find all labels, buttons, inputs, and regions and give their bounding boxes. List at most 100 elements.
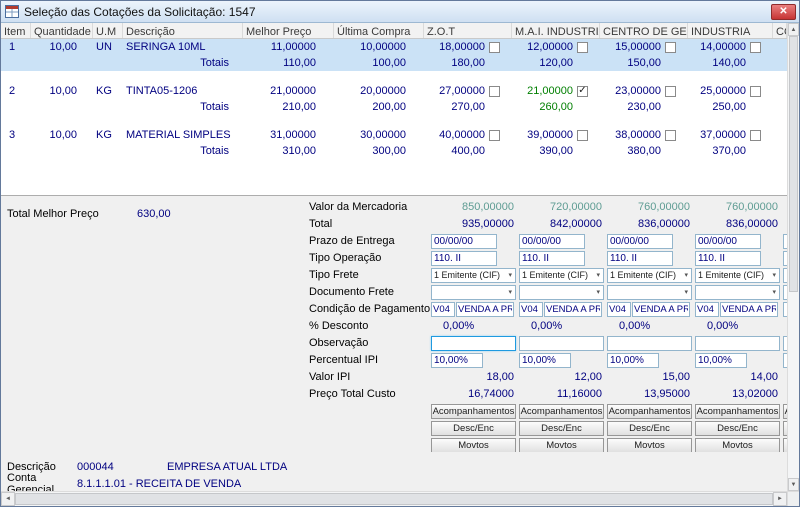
documento-frete-select[interactable]: ▾ [607,285,692,300]
horizontal-scrollbar[interactable]: ◄ ► [1,492,787,506]
tipo-operacao-input[interactable] [519,251,585,266]
total-mai-selected: 260,00 [512,99,600,115]
quote-checkbox[interactable] [665,42,676,53]
quote-checkbox[interactable] [577,42,588,53]
column-header-centro: CENTRO DE GESTÃ... [600,23,688,38]
condicao-codigo-input[interactable] [431,302,455,317]
total-melhor-preco-value: 630,00 [137,208,171,220]
table-row[interactable]: 1 10,00 UN SERINGA 10ML 11,00000 10,0000… [1,39,787,55]
price-value: 38,00000 [615,127,661,143]
vertical-scrollbar[interactable]: ▲ ▼ [787,23,799,491]
table-row[interactable]: 2 10,00 KG TINTA05-1206 21,00000 20,0000… [1,83,787,99]
horizontal-scroll-track[interactable] [15,492,773,506]
total-industria: 250,00 [688,99,773,115]
percentual-ipi-input-clipped[interactable] [783,353,787,368]
acompanhamentos-button[interactable]: Acompanhamentos [519,404,604,419]
totals-row: Totais 310,00 300,00 400,00 390,00 380,0… [1,143,787,159]
documento-frete-select[interactable]: ▾ [431,285,516,300]
vertical-scroll-thumb[interactable] [789,36,798,292]
movtos-button[interactable]: Movtos [607,438,692,453]
condicao-codigo-input[interactable] [519,302,543,317]
condicao-descricao-input[interactable] [632,302,690,317]
documento-frete-select-clipped[interactable]: ▾ [783,285,787,300]
condicao-descricao-input[interactable] [456,302,514,317]
table-row[interactable]: 3 10,00 KG MATERIAL SIMPLES 31,00000 30,… [1,127,787,143]
quote-checkbox[interactable] [489,42,500,53]
quote-checkbox[interactable] [750,86,761,97]
field-label: Condição de Pagamento [309,303,431,315]
desc-enc-button[interactable]: Desc/Enc [431,421,516,436]
acompanhamentos-button-clipped[interactable]: Acompanhamentos [783,404,787,419]
condicao-codigo-input[interactable] [607,302,631,317]
tipo-operacao-input[interactable] [695,251,761,266]
tipo-operacao-input[interactable] [607,251,673,266]
scroll-down-button[interactable]: ▼ [788,478,799,491]
observacao-input-focused[interactable] [431,336,516,351]
quote-checkbox[interactable] [665,86,676,97]
desc-enc-button-clipped[interactable]: Desc/Enc [783,421,787,436]
tipo-frete-select[interactable]: 1 Emitente (CIF)▾ [431,268,516,283]
condicao-codigo-input-clipped[interactable] [783,302,787,317]
tipo-operacao-input[interactable] [431,251,497,266]
scroll-up-button[interactable]: ▲ [788,23,799,36]
percentual-ipi-input[interactable] [695,353,747,368]
acompanhamentos-button[interactable]: Acompanhamentos [431,404,516,419]
desc-enc-button[interactable]: Desc/Enc [607,421,692,436]
quote-checkbox[interactable] [750,130,761,141]
horizontal-scroll-thumb[interactable] [15,493,773,505]
total-ultima: 100,00 [334,55,424,71]
cell-centro: 15,00000 [600,39,688,55]
prazo-entrega-input-clipped[interactable] [783,234,787,249]
acompanhamentos-button[interactable]: Acompanhamentos [695,404,780,419]
quote-checkbox[interactable] [489,130,500,141]
movtos-button[interactable]: Movtos [695,438,780,453]
vertical-scroll-track[interactable] [788,36,799,478]
titlebar: Seleção das Cotações da Solicitação: 154… [1,1,799,23]
row-percentual-ipi: Percentual IPI [309,352,787,368]
row-desconto: % Desconto 0,00% 0,00% 0,00% 0,00% [309,318,787,334]
acompanhamentos-button[interactable]: Acompanhamentos [607,404,692,419]
observacao-input[interactable] [607,336,692,351]
close-button[interactable]: ✕ [771,4,796,20]
cell-zot: 40,00000 [424,127,512,143]
documento-frete-select[interactable]: ▾ [695,285,780,300]
percentual-ipi-input[interactable] [607,353,659,368]
quote-checkbox-checked[interactable]: ✓ [577,86,588,97]
window-title: Seleção das Cotações da Solicitação: 154… [24,5,771,19]
quote-checkbox[interactable] [750,42,761,53]
tipo-frete-select-clipped[interactable]: ▾ [783,268,787,283]
observacao-input[interactable] [695,336,780,351]
condicao-descricao-input[interactable] [720,302,778,317]
observacao-input-clipped[interactable] [783,336,787,351]
tipo-frete-select[interactable]: 1 Emitente (CIF)▾ [695,268,780,283]
tipo-frete-select[interactable]: 1 Emitente (CIF)▾ [519,268,604,283]
quote-checkbox[interactable] [577,130,588,141]
quote-checkbox[interactable] [489,86,500,97]
documento-frete-select[interactable]: ▾ [519,285,604,300]
condicao-descricao-input[interactable] [544,302,602,317]
tipo-frete-select[interactable]: 1 Emitente (CIF)▾ [607,268,692,283]
descricao-code: 000044 [77,461,167,473]
desc-enc-button[interactable]: Desc/Enc [519,421,604,436]
scroll-right-button[interactable]: ► [773,492,787,506]
price-value-selected: 21,00000 [527,83,573,99]
quote-checkbox[interactable] [665,130,676,141]
tipo-operacao-input-clipped[interactable] [783,251,787,266]
cell-zot: 27,00000 [424,83,512,99]
condicao-codigo-input[interactable] [695,302,719,317]
observacao-input[interactable] [519,336,604,351]
scroll-left-button[interactable]: ◄ [1,492,15,506]
prazo-entrega-input[interactable] [695,234,761,249]
desc-enc-button[interactable]: Desc/Enc [695,421,780,436]
percentual-ipi-input[interactable] [519,353,571,368]
prazo-entrega-input[interactable] [519,234,585,249]
movtos-button-clipped[interactable]: Movtos [783,438,787,453]
prazo-entrega-input[interactable] [607,234,673,249]
prazo-entrega-input[interactable] [431,234,497,249]
percentual-ipi-input[interactable] [431,353,483,368]
valor-mercadoria-value: 760,00000 [607,201,692,213]
movtos-button[interactable]: Movtos [431,438,516,453]
movtos-button[interactable]: Movtos [519,438,604,453]
total-centro: 150,00 [600,55,688,71]
cell-centro: 38,00000 [600,127,688,143]
